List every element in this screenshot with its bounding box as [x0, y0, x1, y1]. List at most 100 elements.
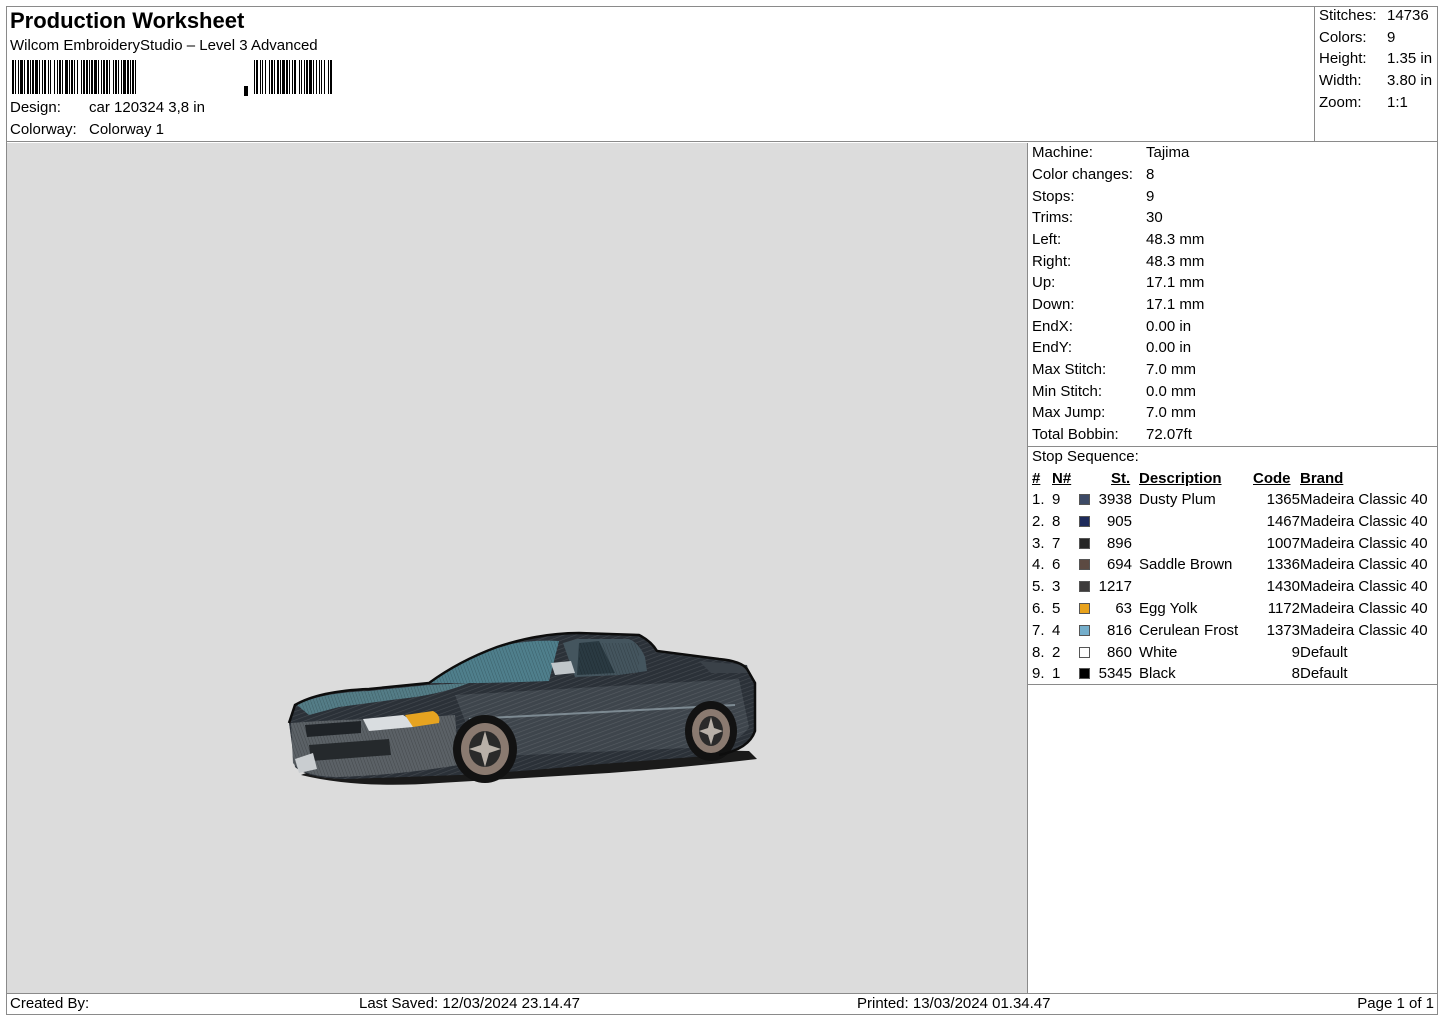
row-code: 1336: [1266, 556, 1300, 574]
row-stitches: 5345: [1098, 665, 1132, 683]
row-description: Dusty Plum: [1139, 491, 1216, 508]
row-code: 1172: [1267, 600, 1300, 617]
info-label: Trims:: [1032, 209, 1074, 226]
info-value: 8: [1146, 166, 1155, 183]
info-row: Max Jump: 7.0 mm: [1032, 404, 1196, 422]
summary-row: Colors: 9: [1319, 29, 1395, 47]
summary-label: Width:: [1319, 72, 1362, 89]
row-stitches: 905: [1106, 512, 1132, 530]
row-code: 9: [1291, 643, 1300, 661]
info-label: Left:: [1032, 231, 1062, 248]
page-title: Production Worksheet: [10, 8, 245, 33]
info-row: Stops: 9: [1032, 188, 1154, 206]
info-row: Min Stitch: 0.0 mm: [1032, 383, 1196, 401]
row-stitches: 3938: [1098, 491, 1132, 508]
stop-sequence-table: Stop Sequence: # N# St. Description Code…: [1028, 447, 1438, 685]
summary-row: Zoom: 1:1: [1319, 94, 1408, 112]
design-label: Design:: [10, 99, 61, 116]
info-row: Up: 17.1 mm: [1032, 274, 1204, 292]
color-swatch: [1079, 515, 1090, 527]
stop-sequence-title: Stop Sequence:: [1032, 448, 1139, 465]
car-embroidery-image: [287, 631, 757, 785]
row-needle: 6: [1052, 556, 1061, 574]
info-value: 17.1 mm: [1146, 296, 1205, 313]
row-stitches: 860: [1106, 643, 1132, 661]
row-needle: 5: [1052, 600, 1061, 617]
summary-value: 3.80 in: [1387, 72, 1433, 89]
printed-date: Printed: 13/03/2024 01.34.47: [857, 995, 1051, 1012]
header-brand: Brand: [1300, 470, 1344, 487]
row-needle: 7: [1052, 534, 1061, 552]
header-description: Description: [1139, 470, 1222, 487]
last-saved: Last Saved: 12/03/2024 23.14.47: [359, 995, 581, 1012]
row-stitches: 816: [1106, 621, 1132, 639]
info-label: Machine:: [1032, 144, 1093, 161]
row-index: 8.: [1032, 643, 1045, 661]
header-index: #: [1032, 470, 1041, 487]
summary-value: 1.35 in: [1387, 50, 1433, 67]
info-label: EndX:: [1032, 318, 1073, 335]
row-index: 2.: [1032, 512, 1045, 530]
header-stitches: St.: [1111, 470, 1131, 487]
summary-value: 9: [1387, 29, 1396, 46]
info-value: 72.07ft: [1146, 426, 1192, 443]
worksheet-footer: Created By: Last Saved: 12/03/2024 23.14…: [6, 993, 1438, 1015]
row-code: 1467: [1266, 512, 1300, 530]
info-label: Total Bobbin:: [1032, 426, 1119, 443]
row-index: 4.: [1032, 556, 1045, 574]
color-swatch: [1079, 559, 1090, 571]
color-swatch: [1079, 603, 1090, 614]
row-index: 9.: [1032, 665, 1045, 683]
info-label: Max Jump:: [1032, 404, 1106, 421]
info-row: Left: 48.3 mm: [1032, 231, 1204, 249]
info-label: Color changes:: [1032, 166, 1133, 183]
info-label: Max Stitch:: [1032, 361, 1107, 378]
info-row: Trims: 30: [1032, 209, 1163, 227]
info-value: 17.1 mm: [1146, 274, 1205, 291]
row-code: 8: [1291, 665, 1300, 683]
info-value: 48.3 mm: [1146, 253, 1205, 270]
row-stitches: 896: [1106, 534, 1132, 552]
color-swatch: [1079, 668, 1090, 680]
info-label: Min Stitch:: [1032, 383, 1103, 400]
software-subtitle: Wilcom EmbroideryStudio – Level 3 Advanc…: [10, 37, 318, 54]
header-code: Code: [1253, 470, 1291, 487]
barcode-image: [12, 60, 332, 96]
header-needle: N#: [1052, 470, 1072, 487]
row-description: Cerulean Frost: [1139, 621, 1239, 639]
row-needle: 4: [1052, 621, 1061, 639]
row-code: 1365: [1266, 491, 1300, 508]
info-value: 0.00 in: [1146, 318, 1192, 335]
summary-row: Height: 1.35 in: [1319, 50, 1432, 68]
color-swatch: [1079, 494, 1090, 505]
machine-info-panel: Machine: Tajima Color changes: 8 Stops: 9 T…: [1028, 143, 1438, 447]
row-brand: Madeira Classic 40: [1300, 534, 1428, 552]
colorway-row: Colorway: Colorway 1: [10, 121, 164, 139]
row-stitches: 1217: [1098, 578, 1132, 596]
row-description: Egg Yolk: [1139, 600, 1198, 617]
row-needle: 1: [1052, 665, 1061, 683]
summary-value: 14736: [1387, 7, 1429, 24]
created-by: Created By:: [10, 995, 90, 1012]
row-needle: 2: [1052, 643, 1061, 661]
summary-row: Width: 3.80 in: [1319, 72, 1432, 90]
row-brand: Madeira Classic 40: [1300, 512, 1428, 530]
row-brand: Madeira Classic 40: [1300, 556, 1428, 574]
design-preview-canvas: [7, 143, 1028, 993]
summary-label: Zoom:: [1319, 94, 1362, 111]
info-value: 48.3 mm: [1146, 231, 1205, 248]
info-value: 9: [1146, 188, 1155, 205]
color-swatch: [1079, 581, 1090, 593]
info-value: 0.0 mm: [1146, 383, 1197, 400]
info-value: Tajima: [1146, 144, 1190, 161]
summary-label: Height:: [1319, 50, 1367, 67]
colorway-value: Colorway 1: [89, 121, 165, 138]
summary-panel: Stitches: 14736 Colors: 9 Height: 1.35 in W…: [1314, 6, 1438, 142]
row-description: Saddle Brown: [1139, 556, 1233, 574]
info-row: EndX: 0.00 in: [1032, 318, 1191, 336]
color-swatch: [1079, 537, 1090, 549]
row-brand: Madeira Classic 40: [1300, 491, 1428, 508]
summary-label: Colors:: [1319, 29, 1367, 46]
info-row: EndY: 0.00 in: [1032, 339, 1191, 357]
info-row: Machine: Tajima: [1032, 144, 1189, 162]
